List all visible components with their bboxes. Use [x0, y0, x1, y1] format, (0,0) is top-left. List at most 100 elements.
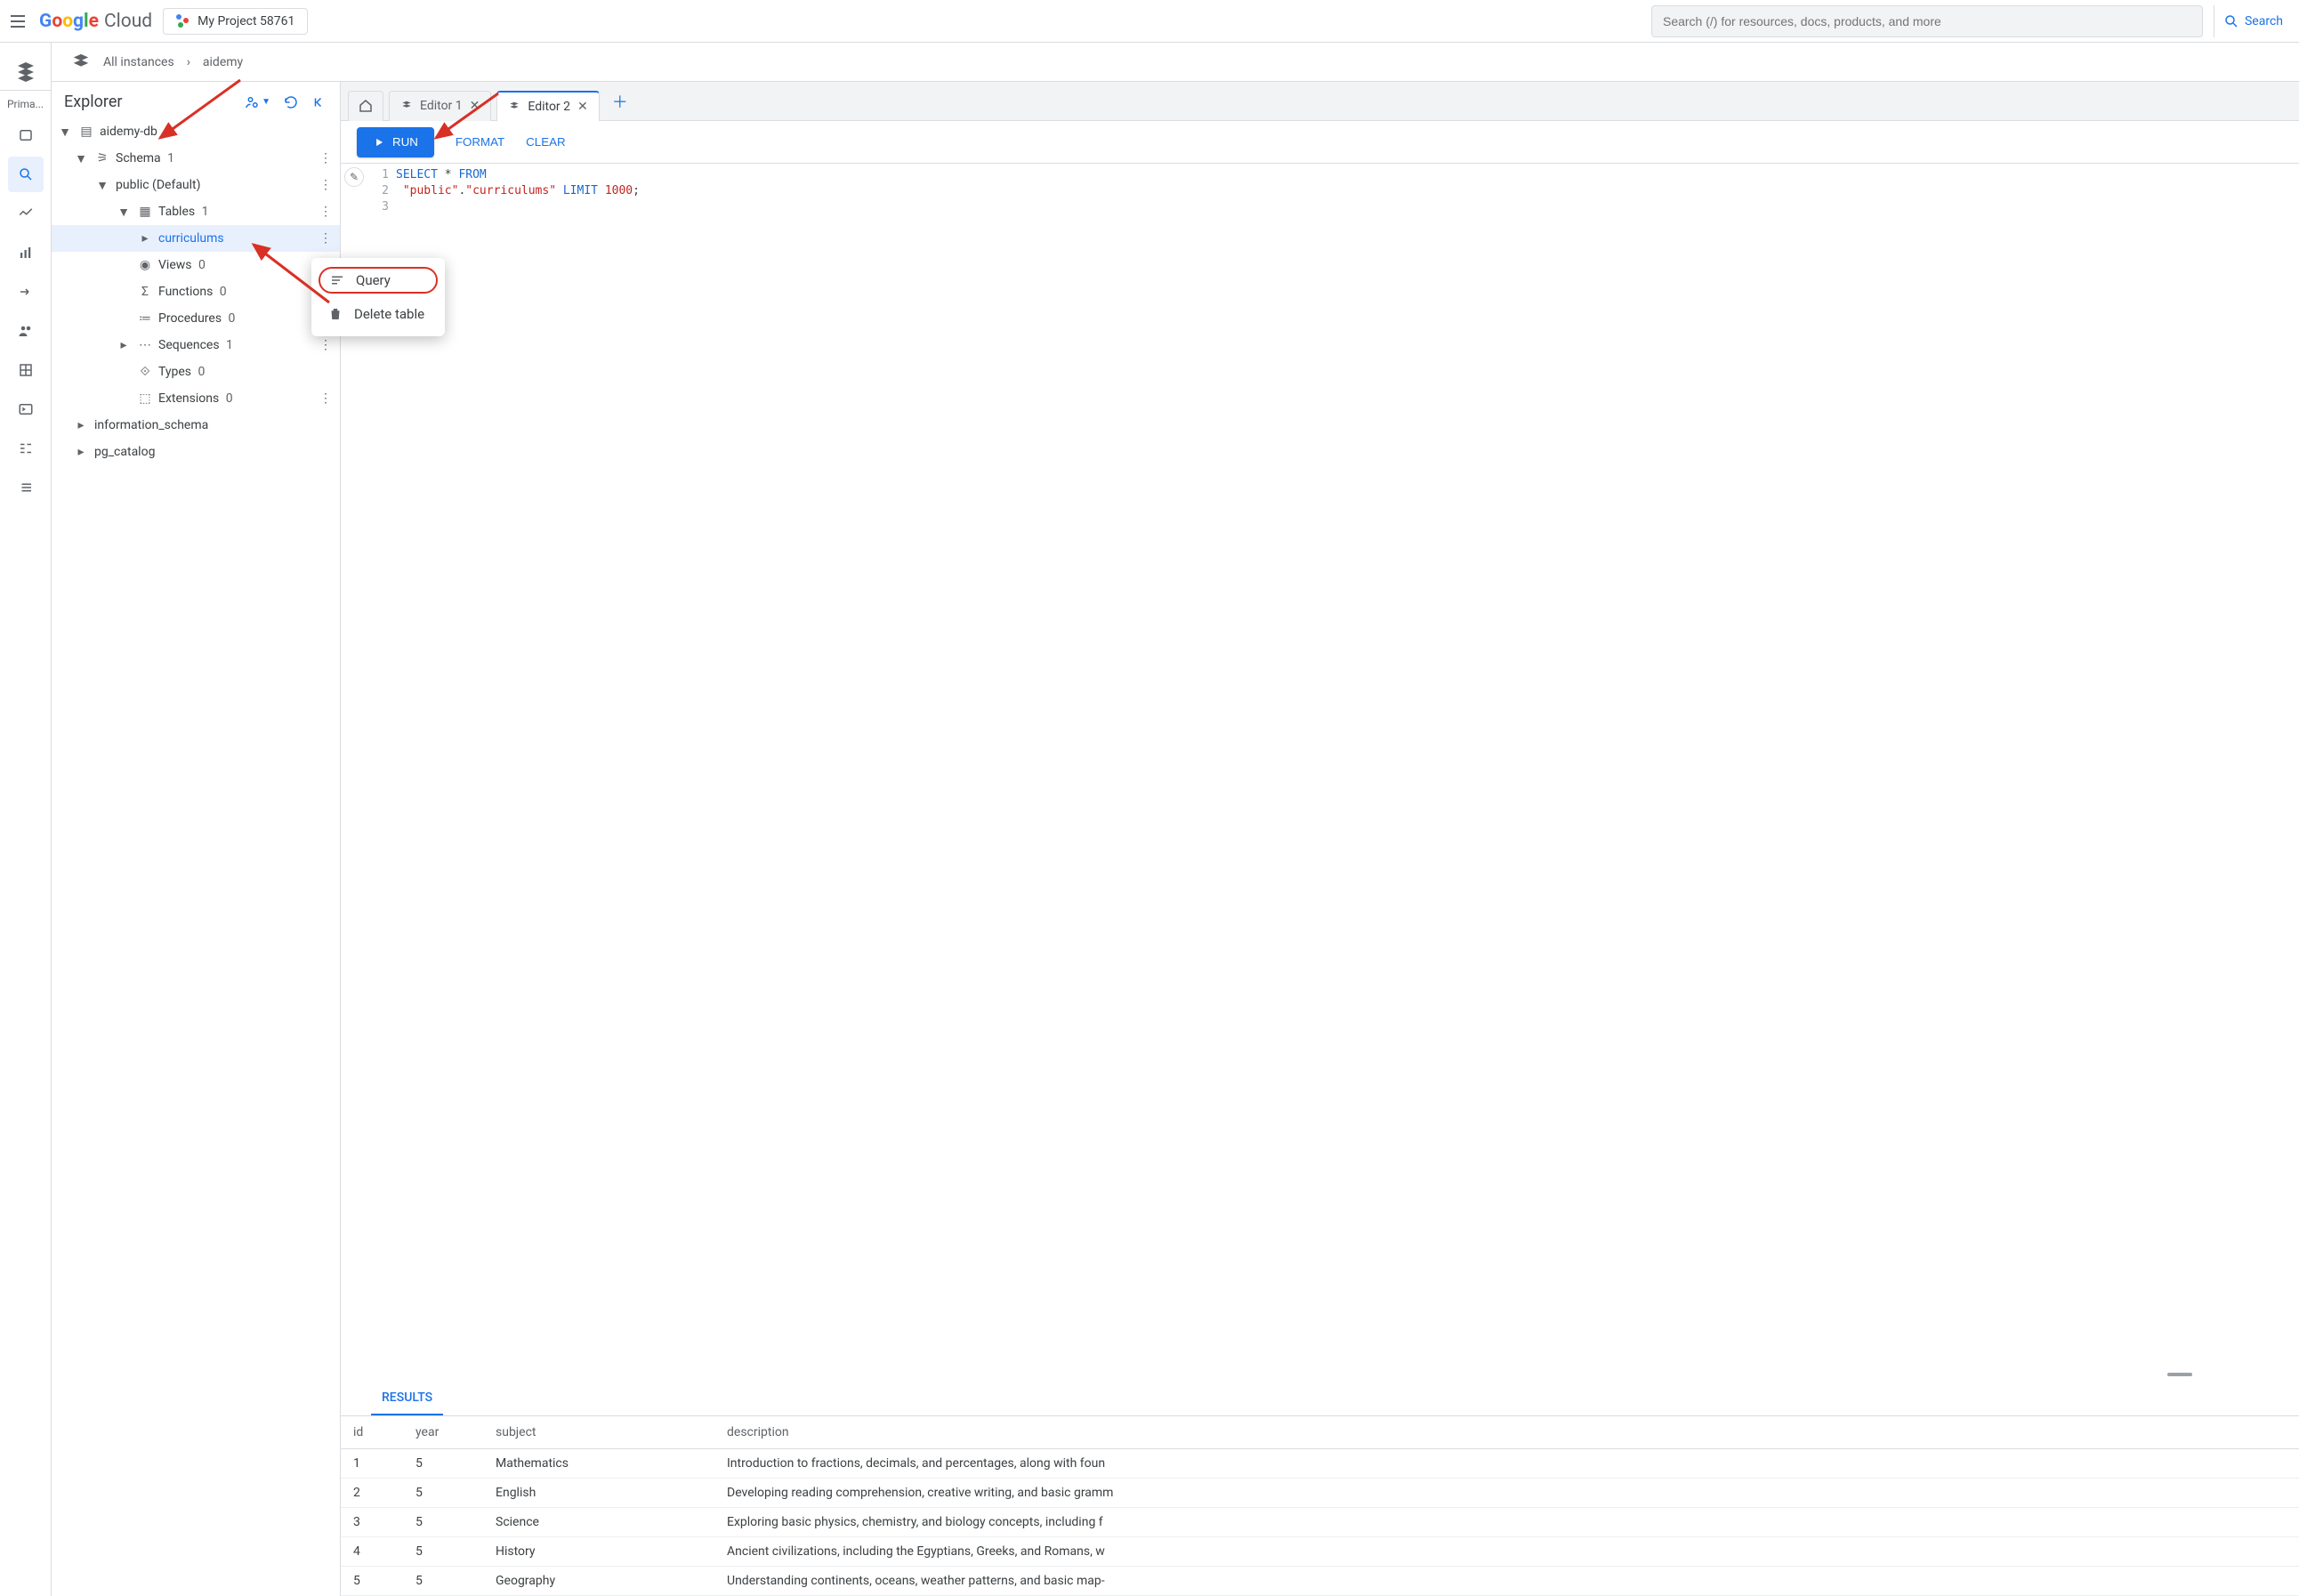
more-icon[interactable]: ⋮	[317, 338, 335, 352]
more-icon[interactable]: ⋮	[317, 178, 335, 192]
tree-node-information-schema[interactable]: ▸ information_schema	[52, 412, 340, 439]
ai-assist-icon[interactable]: ✎	[344, 167, 364, 187]
col-year[interactable]: year	[403, 1416, 483, 1449]
tab-editor-1[interactable]: Editor 1 ✕	[389, 91, 491, 121]
search-button[interactable]: Search	[2214, 5, 2292, 37]
functions-count: 0	[220, 285, 227, 299]
ctx-delete[interactable]: Delete table	[311, 297, 445, 331]
table-row[interactable]: 25EnglishDeveloping reading comprehensio…	[341, 1479, 2299, 1508]
chevron-right-icon: ›	[187, 55, 190, 69]
cell-subject: English	[483, 1479, 714, 1508]
tab-label: Editor 2	[528, 100, 570, 114]
tree-node-public[interactable]: ▼ public (Default) ⋮	[52, 172, 340, 198]
breadcrumb-root[interactable]: All instances	[103, 55, 174, 69]
col-id[interactable]: id	[341, 1416, 403, 1449]
rail-item-terminal[interactable]	[8, 391, 44, 427]
cell-id: 2	[341, 1479, 403, 1508]
rail-item-analytics[interactable]	[8, 235, 44, 270]
search-button-label: Search	[2245, 14, 2283, 28]
rail-item-query[interactable]	[8, 157, 44, 192]
add-tab-button[interactable]: ＋	[612, 90, 628, 113]
trash-icon	[327, 306, 343, 322]
sequences-label: Sequences	[158, 338, 220, 352]
rail-item-list[interactable]	[8, 470, 44, 505]
project-label: My Project 58761	[198, 14, 294, 28]
ctx-delete-label: Delete table	[354, 306, 424, 322]
table-icon: ▦	[137, 205, 153, 219]
search-bar[interactable]	[1651, 5, 2203, 37]
cell-description: Understanding continents, oceans, weathe…	[714, 1567, 2299, 1596]
tab-editor-2[interactable]: Editor 2 ✕	[496, 91, 599, 121]
table-row[interactable]: 45HistoryAncient civilizations, includin…	[341, 1537, 2299, 1567]
close-icon[interactable]: ✕	[470, 99, 480, 113]
more-icon[interactable]: ⋮	[317, 205, 335, 219]
table-row[interactable]: 55GeographyUnderstanding continents, oce…	[341, 1567, 2299, 1596]
nav-rail: Prima...	[0, 43, 52, 1596]
more-icon[interactable]: ⋮	[317, 151, 335, 165]
rail-item-overview[interactable]	[8, 117, 44, 153]
service-icon[interactable]	[0, 52, 52, 91]
run-label: RUN	[392, 135, 418, 149]
tree-node-views[interactable]: ◉ Views 0	[52, 252, 340, 278]
tables-label: Tables	[158, 205, 195, 219]
format-button[interactable]: FORMAT	[456, 135, 504, 149]
top-header: Google Cloud My Project 58761 Search	[0, 0, 2299, 43]
information-schema-label: information_schema	[94, 418, 335, 432]
code-content[interactable]: SELECT * FROM "public"."curriculums" LIM…	[389, 164, 2299, 1368]
menu-icon[interactable]	[7, 11, 28, 32]
col-description[interactable]: description	[714, 1416, 2299, 1449]
tree-node-schema[interactable]: ▼⚞ Schema 1 ⋮	[52, 145, 340, 172]
refresh-icon[interactable]	[283, 94, 299, 110]
types-icon: ⟐	[137, 365, 153, 379]
rail-item-monitor[interactable]	[8, 196, 44, 231]
cell-year: 5	[403, 1537, 483, 1567]
tree-node-tables[interactable]: ▼▦ Tables 1 ⋮	[52, 198, 340, 225]
procedures-count: 0	[229, 311, 236, 326]
tab-home[interactable]	[348, 91, 383, 121]
table-row[interactable]: 15MathematicsIntroduction to fractions, …	[341, 1449, 2299, 1479]
query-icon	[329, 272, 345, 288]
code-editor[interactable]: ✎ 123 SELECT * FROM "public"."curriculum…	[341, 164, 2299, 1368]
resize-handle[interactable]	[341, 1368, 2299, 1381]
sigma-icon: Σ	[137, 285, 153, 299]
more-icon[interactable]: ⋮	[317, 391, 335, 406]
more-icon[interactable]: ⋮	[317, 231, 335, 246]
tree-node-sequences[interactable]: ▸⋯ Sequences 1 ⋮	[52, 332, 340, 359]
sequences-count: 1	[226, 338, 233, 352]
views-count: 0	[198, 258, 206, 272]
cloud-word: Cloud	[104, 11, 152, 32]
search-input[interactable]	[1663, 14, 2191, 28]
user-settings-icon[interactable]: ▼	[244, 94, 270, 110]
rail-item-grid[interactable]	[8, 352, 44, 388]
rail-item-users[interactable]	[8, 313, 44, 349]
project-selector[interactable]: My Project 58761	[163, 8, 308, 35]
col-subject[interactable]: subject	[483, 1416, 714, 1449]
rail-item-tree[interactable]	[8, 431, 44, 466]
tree-node-procedures[interactable]: ≔ Procedures 0 ⋮	[52, 305, 340, 332]
clear-button[interactable]: CLEAR	[526, 135, 565, 149]
tree-node-functions[interactable]: Σ Functions 0	[52, 278, 340, 305]
tree-node-extensions[interactable]: ⬚ Extensions 0 ⋮	[52, 385, 340, 412]
tree-node-types[interactable]: ⟐ Types 0	[52, 359, 340, 385]
database-label: aidemy-db	[100, 125, 335, 139]
tree-node-pg-catalog[interactable]: ▸ pg_catalog	[52, 439, 340, 465]
procedure-icon: ≔	[137, 311, 153, 326]
rail-item-import[interactable]	[8, 274, 44, 310]
google-cloud-logo[interactable]: Google Cloud	[39, 11, 152, 32]
cell-year: 5	[403, 1567, 483, 1596]
schema-tree: ▼▤ aidemy-db ▼⚞ Schema 1 ⋮ ▼ public (Def…	[52, 118, 340, 1596]
breadcrumb: All instances › aidemy	[52, 43, 2299, 82]
tree-node-database[interactable]: ▼▤ aidemy-db	[52, 118, 340, 145]
close-icon[interactable]: ✕	[577, 100, 588, 114]
tree-node-curriculums[interactable]: ▸ curriculums ⋮	[52, 225, 340, 252]
ctx-query[interactable]: Query	[317, 265, 440, 295]
results-tab[interactable]: RESULTS	[371, 1382, 443, 1415]
table-row[interactable]: 35ScienceExploring basic physics, chemis…	[341, 1508, 2299, 1537]
collapse-icon[interactable]	[311, 94, 327, 110]
eye-icon: ◉	[137, 258, 153, 272]
breadcrumb-current: aidemy	[203, 55, 243, 69]
line-numbers: 123	[367, 164, 389, 1368]
types-label: Types	[158, 365, 191, 379]
run-button[interactable]: RUN	[357, 127, 434, 157]
cell-id: 5	[341, 1567, 403, 1596]
